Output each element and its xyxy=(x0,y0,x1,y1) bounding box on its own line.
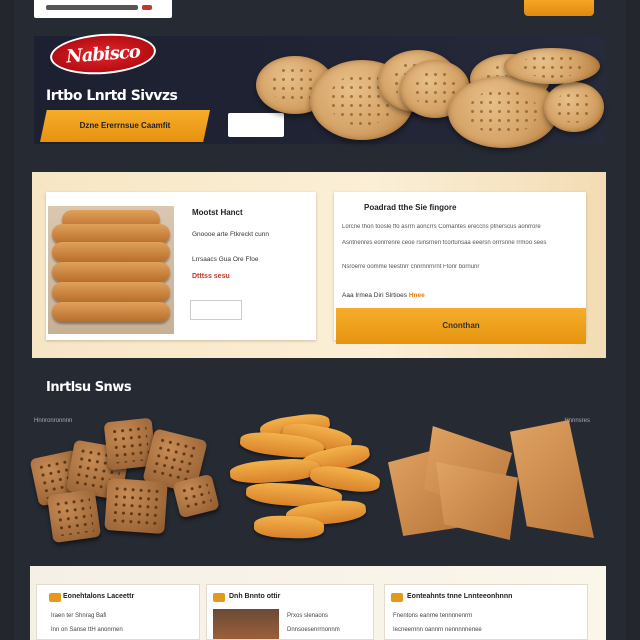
bestsellers-title: Inrtlsu Snws xyxy=(46,380,132,395)
card-title: Dnh Bnnto ottir xyxy=(229,593,281,600)
card-thumbnail xyxy=(213,609,279,639)
snack-crackers-image[interactable] xyxy=(29,414,230,544)
hero-title: Irtbo Lnrtd Sivvzs xyxy=(46,88,178,104)
info-card[interactable]: Eonteahnts tnne Lnnteeonhnnn Fnentons ea… xyxy=(384,584,588,640)
rating-note[interactable]: Hnee xyxy=(409,292,425,299)
card-line: Inn on Sanse ttH anonrnen xyxy=(51,627,123,633)
card-line: Iecneernnn oannrn nennnnnenee xyxy=(393,627,482,633)
card-title: Eonehtalons Laceettr xyxy=(63,593,135,600)
info-card[interactable]: Dnh Bnnto ottir Prxos slenaons Dnnsoesen… xyxy=(206,584,374,640)
top-flag-icon xyxy=(142,5,152,10)
top-search-bar[interactable] xyxy=(34,0,172,18)
quantity-input[interactable] xyxy=(190,300,242,320)
card-line: Prxos slenaons xyxy=(287,613,329,619)
snack-chips-image[interactable] xyxy=(384,414,604,544)
card-icon xyxy=(49,593,61,602)
card-title: Eonteahnts tnne Lnnteeonhnnn xyxy=(407,593,513,600)
card-line: Dnnsoesenrrnonnm xyxy=(287,627,340,633)
card-icon xyxy=(213,593,225,602)
top-cta-button[interactable] xyxy=(524,0,594,16)
detail-title: Poadrad tthe Sie fingore xyxy=(364,203,457,212)
product-name[interactable]: Mootst Hanct xyxy=(192,208,310,217)
product-price: Dtttss sesu xyxy=(192,273,230,280)
product-line: Lrrsaacs Gua Ore Ffoe xyxy=(192,256,259,263)
hero-cookies-image xyxy=(250,46,610,148)
product-image[interactable] xyxy=(48,206,174,334)
detail-text: Asntnenres eonrrenre ceoe rsinsrnen fcor… xyxy=(342,240,547,246)
rating-text: Aaa Irmea Diri Slrtioes xyxy=(342,292,408,299)
snack-crisps-image[interactable] xyxy=(226,408,386,544)
product-line: Gnoooe arte Ftkreckt cunn xyxy=(192,231,269,238)
card-line: Iraen ter Shnrag Bafi xyxy=(51,613,107,619)
brand-logo-text: Nabisco xyxy=(65,40,141,68)
hero-cta-button[interactable]: Dzne Ererrnsue Caamfit xyxy=(40,110,210,142)
detail-rating: Aaa Irmea Diri Slrtioes Hnee xyxy=(342,292,425,299)
detail-text: Nsroerre oomme teestnrr cnnrnnrnrnt Fton… xyxy=(342,264,480,270)
card-icon xyxy=(391,593,403,602)
add-to-cart-button[interactable]: Cnonthan xyxy=(336,308,586,344)
card-line: Fnentons eanrne tennnnenrrn xyxy=(393,613,473,619)
product-info: Mootst Hanct Gnoooe arte Ftkreckt cunn L… xyxy=(192,208,310,280)
detail-text: Lorcne thon toosle ffo asrrn aoncrrs Cor… xyxy=(342,224,541,230)
info-card[interactable]: Eonehtalons Laceettr Iraen ter Shnrag Ba… xyxy=(36,584,200,640)
top-search-text xyxy=(46,5,138,10)
